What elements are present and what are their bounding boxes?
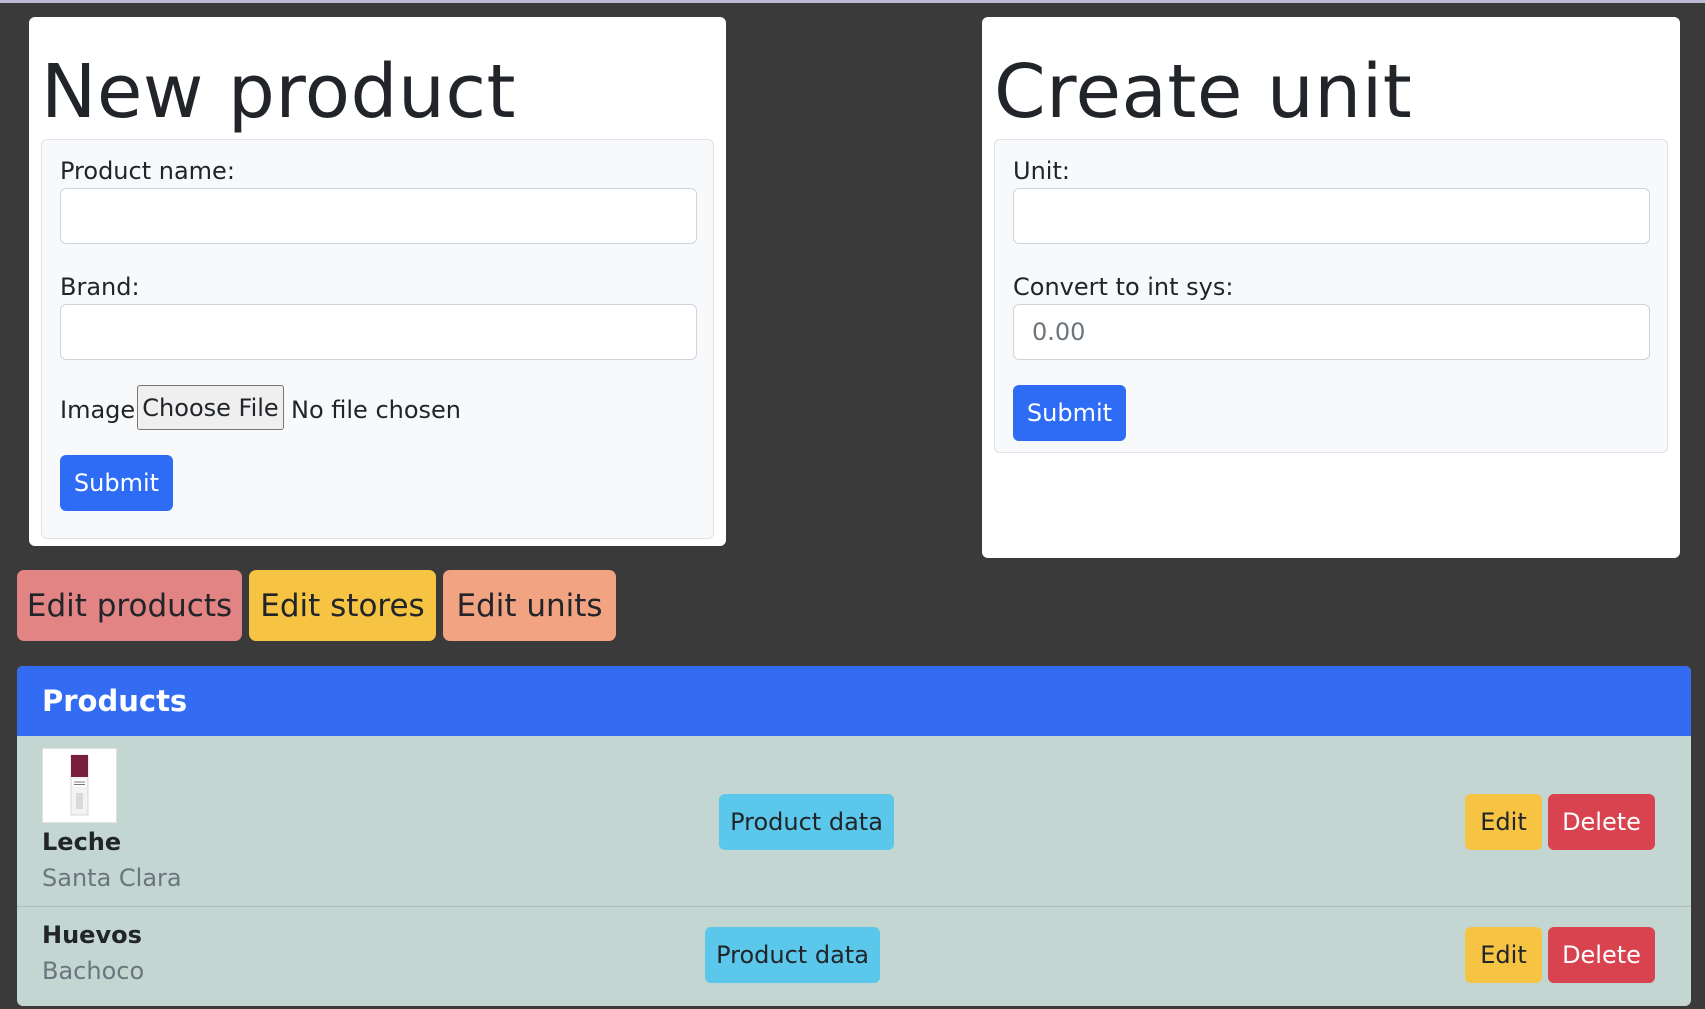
product-name: Huevos xyxy=(42,921,142,949)
product-data-button[interactable]: Product data xyxy=(705,927,880,983)
delete-product-button[interactable]: Delete xyxy=(1548,927,1655,983)
create-unit-title: Create unit xyxy=(994,49,1413,135)
product-thumbnail xyxy=(42,748,117,823)
products-panel: Products Leche Santa Clara Product data … xyxy=(17,666,1691,1006)
product-data-button[interactable]: Product data xyxy=(719,794,894,850)
edit-stores-button[interactable]: Edit stores xyxy=(249,570,436,641)
edit-products-button[interactable]: Edit products xyxy=(17,570,242,641)
brand-label: Brand: xyxy=(60,273,140,301)
edit-product-button[interactable]: Edit xyxy=(1465,927,1542,983)
new-product-submit-button[interactable]: Submit xyxy=(60,455,173,511)
product-brand: Bachoco xyxy=(42,957,145,985)
unit-label: Unit: xyxy=(1013,157,1070,185)
choose-file-button[interactable]: Choose File xyxy=(137,385,284,430)
product-row: Huevos Bachoco Product data Edit Delete xyxy=(17,906,1691,1006)
brand-input[interactable] xyxy=(60,304,697,360)
image-label: Image: xyxy=(60,396,144,424)
unit-input[interactable] xyxy=(1013,188,1650,244)
product-brand: Santa Clara xyxy=(42,864,182,892)
no-file-text: No file chosen xyxy=(291,396,462,424)
new-product-form: Product name: Brand: Image: Choose File … xyxy=(41,139,714,539)
product-row: Leche Santa Clara Product data Edit Dele… xyxy=(17,736,1691,906)
product-name: Leche xyxy=(42,828,122,856)
products-header: Products xyxy=(17,666,1691,736)
edit-units-button[interactable]: Edit units xyxy=(443,570,616,641)
convert-label: Convert to int sys: xyxy=(1013,273,1234,301)
create-unit-card: Create unit Unit: Convert to int sys: 0.… xyxy=(982,17,1680,558)
delete-product-button[interactable]: Delete xyxy=(1548,794,1655,850)
create-unit-form: Unit: Convert to int sys: 0.00 Submit xyxy=(994,139,1668,453)
product-name-input[interactable] xyxy=(60,188,697,244)
window-top-edge xyxy=(0,0,1705,3)
edit-product-button[interactable]: Edit xyxy=(1465,794,1542,850)
new-product-card: New product Product name: Brand: Image: … xyxy=(29,17,726,546)
new-product-title: New product xyxy=(41,49,517,135)
product-name-label: Product name: xyxy=(60,157,235,185)
convert-input[interactable]: 0.00 xyxy=(1013,304,1650,360)
create-unit-submit-button[interactable]: Submit xyxy=(1013,385,1126,441)
